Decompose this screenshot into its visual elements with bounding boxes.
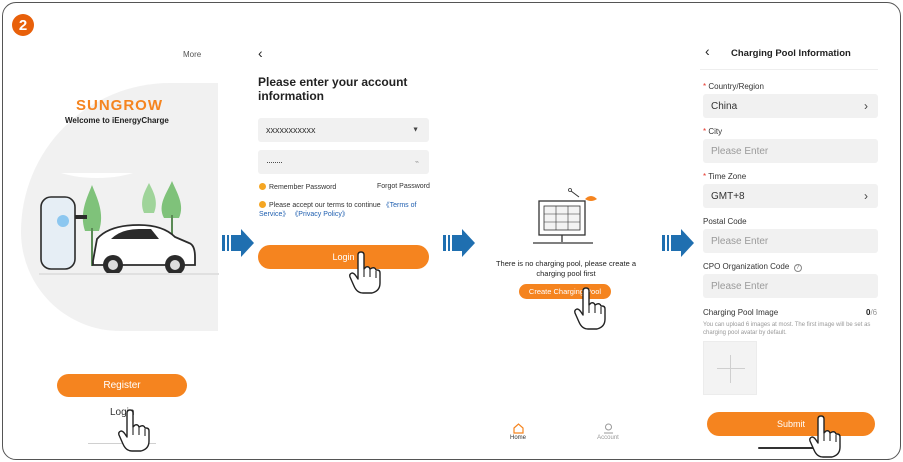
city-label: * City <box>703 127 723 136</box>
privacy-link[interactable]: 《Privacy Policy》 <box>291 211 349 218</box>
checked-icon <box>259 183 266 190</box>
flow-arrow-icon <box>662 229 694 257</box>
register-button[interactable]: Register <box>57 374 187 397</box>
bottom-nav-home[interactable]: Home <box>503 423 533 441</box>
pool-image-hint: You can upload 6 images at most. The fir… <box>703 322 871 336</box>
remember-label: Remember Password <box>269 184 337 191</box>
timezone-label: * Time Zone <box>703 172 747 181</box>
checked-icon <box>259 201 266 208</box>
remember-password-toggle[interactable]: Remember Password <box>259 183 336 191</box>
login-button[interactable]: Login <box>258 245 429 269</box>
welcome-panel: More SUNGROW Welcome to iEnergyCharge Re… <box>3 3 219 459</box>
postal-code-placeholder: Please Enter <box>711 235 769 247</box>
pool-image-label: Charging Pool Image <box>703 308 779 317</box>
timezone-select[interactable]: GMT+8 › <box>703 184 878 208</box>
password-field[interactable]: ········ ⌁ <box>258 150 429 174</box>
monitor-illustration <box>533 188 597 244</box>
city-input[interactable]: Please Enter <box>703 139 878 163</box>
country-select[interactable]: China › <box>703 94 878 118</box>
postal-code-input[interactable]: Please Enter <box>703 229 878 253</box>
page-title: Charging Pool Information <box>731 48 851 59</box>
brand-logo: SUNGROW <box>76 97 163 114</box>
more-link[interactable]: More <box>183 50 201 59</box>
plus-icon-vertical <box>730 355 731 383</box>
postal-code-label: Postal Code <box>703 217 747 226</box>
empty-pool-panel: There is no charging pool, please create… <box>481 3 651 459</box>
welcome-text: Welcome to iEnergyCharge <box>65 116 169 125</box>
home-label: Home <box>509 435 526 441</box>
tutorial-frame: 2 More SUNGROW Welcome to iEnergyCharge … <box>2 2 901 460</box>
chevron-right-icon: › <box>864 99 868 113</box>
password-value: ········ <box>266 157 283 167</box>
tap-hand-icon <box>809 415 841 458</box>
pool-image-count: 0/6 <box>866 308 878 317</box>
tap-hand-icon <box>118 409 150 452</box>
bottom-nav-account[interactable]: Account <box>593 423 623 441</box>
flow-arrow-icon <box>443 229 475 257</box>
city-placeholder: Please Enter <box>711 145 769 157</box>
terms-agreement[interactable]: Please accept our terms to continue 《Ter… <box>259 201 429 219</box>
help-icon[interactable]: ? <box>793 264 802 272</box>
flow-arrow-icon <box>222 229 254 257</box>
account-value: xxxxxxxxxxx <box>266 125 316 135</box>
back-chevron-icon[interactable]: ‹ <box>258 45 263 61</box>
timezone-value: GMT+8 <box>711 190 745 202</box>
login-title: Please enter your account information <box>258 75 408 103</box>
submit-button[interactable]: Submit <box>707 412 875 436</box>
country-value: China <box>711 100 738 112</box>
header-divider <box>700 69 878 70</box>
cpo-code-input[interactable]: Please Enter <box>703 274 878 298</box>
account-icon <box>603 423 613 434</box>
home-icon <box>512 423 524 434</box>
charging-pool-info-panel: ‹ Charging Pool Information * Country/Re… <box>700 3 880 459</box>
terms-prefix: Please accept our terms to continue <box>269 202 381 209</box>
account-label: Account <box>597 435 619 441</box>
dropdown-arrow-icon[interactable]: ▼ <box>412 127 419 134</box>
charger-car-illustration <box>39 173 219 275</box>
account-field[interactable]: xxxxxxxxxxx ▼ <box>258 118 429 142</box>
forgot-password-link[interactable]: Forgot Password <box>377 183 430 190</box>
empty-state-message: There is no charging pool, please create… <box>495 259 637 278</box>
add-image-button[interactable] <box>703 341 757 395</box>
tap-hand-icon <box>349 251 381 294</box>
hide-password-icon[interactable]: ⌁ <box>415 158 419 166</box>
tap-hand-icon <box>574 287 606 330</box>
plus-icon <box>717 368 745 369</box>
cpo-code-label: CPO Organization Code ? <box>703 262 802 272</box>
back-chevron-icon[interactable]: ‹ <box>705 43 710 59</box>
chevron-right-icon: › <box>864 189 868 203</box>
country-label: * Country/Region <box>703 82 764 91</box>
cpo-code-placeholder: Please Enter <box>711 280 769 292</box>
login-panel: ‹ Please enter your account information … <box>253 3 438 459</box>
